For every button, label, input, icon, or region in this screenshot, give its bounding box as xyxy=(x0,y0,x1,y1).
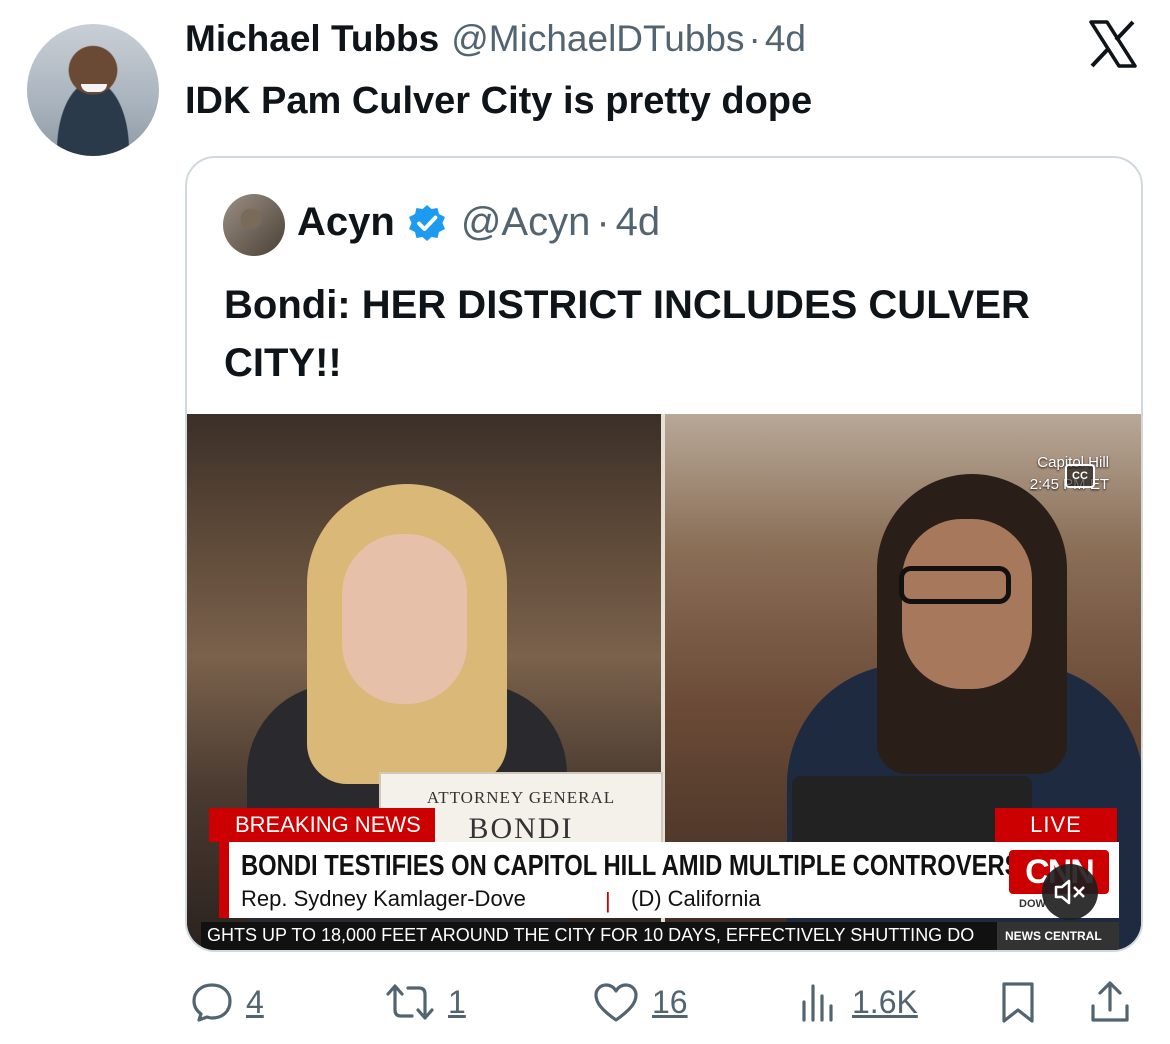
glasses xyxy=(899,566,1011,604)
separator-dot: · xyxy=(748,18,761,59)
reply-count: 4 xyxy=(246,983,264,1020)
separator-dot: · xyxy=(596,200,610,244)
live-label: LIVE xyxy=(995,808,1117,842)
views-icon xyxy=(802,984,833,1022)
ticker-section-label: NEWS CENTRAL xyxy=(997,922,1119,950)
breaking-news-label: BREAKING NEWS xyxy=(209,808,435,842)
lower-third: BONDI TESTIFIES ON CAPITOL HILL AMID MUL… xyxy=(219,842,1119,918)
tweet-header: Michael Tubbs @MichaelDTubbs · 4d xyxy=(185,18,806,68)
tweet-text: IDK Pam Culver City is pretty dope xyxy=(185,80,813,122)
person-left-face xyxy=(342,534,467,704)
reply-icon xyxy=(192,983,232,1022)
share-button[interactable] xyxy=(1088,978,1132,1026)
views-button[interactable]: 1.6K xyxy=(796,978,918,1026)
closed-captions-icon[interactable]: CC xyxy=(1065,464,1095,488)
bookmark-icon xyxy=(1002,982,1034,1023)
repost-count: 1 xyxy=(448,983,466,1020)
repost-icon xyxy=(386,984,434,1020)
nameplate-title: ATTORNEY GENERAL xyxy=(426,788,616,807)
repost-button[interactable]: 1 xyxy=(384,978,466,1026)
author-avatar[interactable] xyxy=(27,24,159,156)
share-icon xyxy=(1091,981,1129,1022)
speaker-separator: | xyxy=(605,888,611,913)
author-name[interactable]: Michael Tubbs xyxy=(185,18,439,60)
quoted-tweet-text: Bondi: HER DISTRICT INCLUDES CULVER CITY… xyxy=(224,283,1030,385)
bookmark-button[interactable] xyxy=(998,978,1038,1026)
quoted-author-name[interactable]: Acyn xyxy=(297,200,395,245)
quoted-tweet-timestamp[interactable]: 4d xyxy=(616,200,661,245)
person-right-face xyxy=(902,519,1032,689)
x-logo-icon xyxy=(1089,20,1137,68)
like-button[interactable]: 16 xyxy=(592,978,688,1026)
like-count: 16 xyxy=(652,983,688,1020)
author-handle[interactable]: @MichaelDTubbs xyxy=(451,18,744,60)
tweet-timestamp[interactable]: 4d xyxy=(765,18,806,60)
quoted-author-handle[interactable]: @Acyn xyxy=(461,200,591,245)
quoted-tweet-header: Acyn @Acyn · 4d xyxy=(297,200,660,245)
view-count: 1.6K xyxy=(852,983,918,1020)
mute-icon[interactable] xyxy=(1042,864,1098,920)
news-headline: BONDI TESTIFIES ON CAPITOL HILL AMID MUL… xyxy=(241,850,1059,882)
embedded-video[interactable]: ATTORNEY GENERAL BONDI Capitol Hill 2:45… xyxy=(187,414,1141,950)
reply-button[interactable]: 4 xyxy=(190,978,264,1026)
speaker-party: (D) California xyxy=(631,886,761,911)
heart-icon xyxy=(594,983,638,1022)
tweet-action-bar: 4 1 16 1.6K xyxy=(0,978,1170,1028)
quoted-author-avatar[interactable] xyxy=(223,194,285,256)
verified-badge-icon xyxy=(408,204,445,241)
quoted-tweet-card[interactable]: Acyn @Acyn · 4d Bondi: HER DISTRICT INCL… xyxy=(185,156,1143,952)
news-ticker: GHTS UP TO 18,000 FEET AROUND THE CITY F… xyxy=(201,922,1119,950)
market-label: DOW xyxy=(1019,898,1046,910)
speaker-name: Rep. Sydney Kamlager-Dove xyxy=(241,886,526,911)
